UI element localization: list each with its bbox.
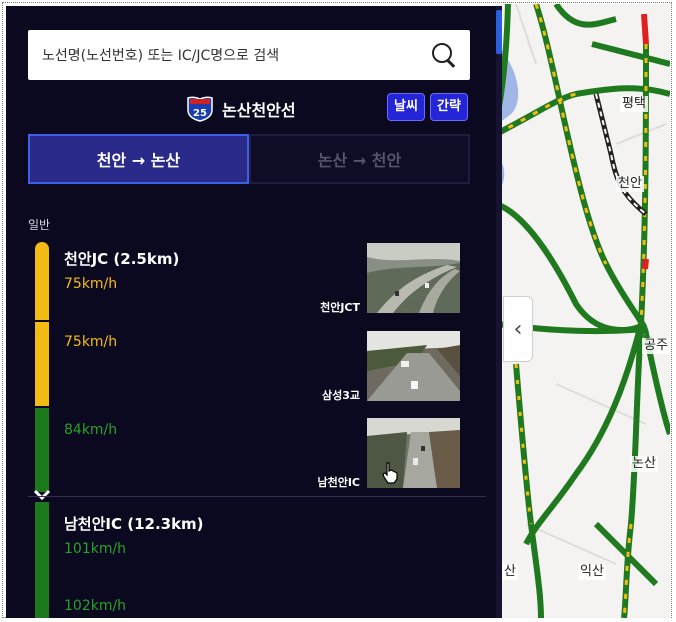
cctv-thumbnail[interactable] [367,331,460,401]
tab-nonsan-to-cheonan[interactable]: 논산 → 천안 [249,134,470,184]
weather-button[interactable]: 날씨 [387,93,425,121]
map-label-iksan: 익산 [578,564,606,580]
map-label-partial-left: 산 [502,564,518,580]
route-title: 25 논산천안선 [186,96,296,122]
hand-cursor-icon [382,462,398,484]
collapse-panel-button[interactable]: ‹ [503,296,533,362]
map-label-pyeongtaek: 평택 [620,96,648,112]
chevron-left-icon: ‹ [513,316,523,342]
speed-value: 101km/h [64,541,127,557]
cctv-thumbnail[interactable] [367,418,460,488]
speed-bar-segment [35,322,49,406]
speed-value: 75km/h [64,334,118,350]
cctv-label[interactable]: 삼성3교 [322,387,360,403]
speed-bar-segment [35,242,49,320]
segment-divider [28,496,486,497]
route-shield-icon: 25 [186,96,214,122]
route-number: 25 [193,108,207,119]
section-label: 일반 [28,218,51,232]
search-input[interactable]: 노선명(노선번호) 또는 IC/JC명으로 검색 [42,45,430,65]
ic-name[interactable]: 남천안IC (12.3km) [64,513,204,534]
tab-cheonan-to-nonsan[interactable]: 천안 → 논산 [28,134,249,184]
map-label-gongju: 공주 [642,338,670,354]
speed-bar-segment [35,408,49,492]
panel-scrollbar-thumb[interactable] [496,10,502,54]
summary-button[interactable]: 간략 [430,93,468,121]
traffic-panel: 노선명(노선번호) 또는 IC/JC명으로 검색 25 논산천안선 날씨 간략 … [6,6,502,618]
ic-name[interactable]: 천안JC (2.5km) [64,248,179,269]
panel-scrollbar-track[interactable] [496,6,502,618]
cctv-thumbnail[interactable] [367,243,460,313]
cctv-label[interactable]: 천안JCT [320,299,360,315]
direction-tabs: 천안 → 논산 논산 → 천안 [28,134,470,184]
route-name: 논산천안선 [222,101,296,120]
speed-value: 84km/h [64,422,118,438]
search-box[interactable]: 노선명(노선번호) 또는 IC/JC명으로 검색 [28,30,470,80]
speed-bar-segment [35,502,49,618]
search-icon[interactable] [430,41,458,69]
cctv-label[interactable]: 남천안IC [317,474,360,490]
speed-value: 75km/h [64,276,118,292]
speed-value: 102km/h [64,598,127,614]
map-label-nonsan: 논산 [630,456,658,472]
map-label-cheonan: 천안 [616,176,644,192]
chevron-down-icon[interactable] [32,488,52,502]
